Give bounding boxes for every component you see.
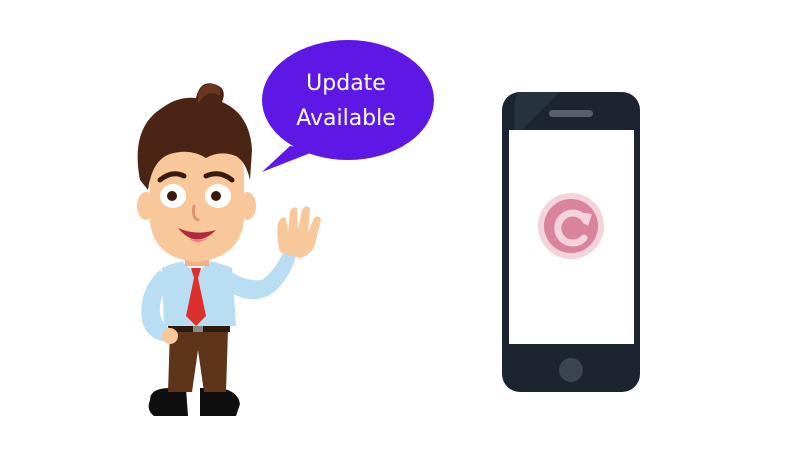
left-hand: [162, 328, 178, 344]
speech-bubble-line-1: Update: [306, 71, 386, 96]
speech-bubble: Update Available: [262, 40, 434, 172]
phone-home-button: [559, 358, 583, 382]
left-shoe: [148, 388, 188, 416]
update-illustration: Update Available: [137, 40, 640, 416]
right-pupil: [211, 191, 221, 201]
phone-speaker: [549, 110, 593, 117]
waving-hand: [277, 206, 321, 258]
right-shoe: [200, 388, 240, 416]
smartphone: [502, 92, 640, 392]
refresh-icon: [538, 193, 604, 259]
right-arm: [228, 250, 296, 300]
speech-bubble-line-2: Available: [296, 106, 396, 131]
speech-bubble-body: [262, 40, 434, 160]
left-pupil: [167, 191, 177, 201]
